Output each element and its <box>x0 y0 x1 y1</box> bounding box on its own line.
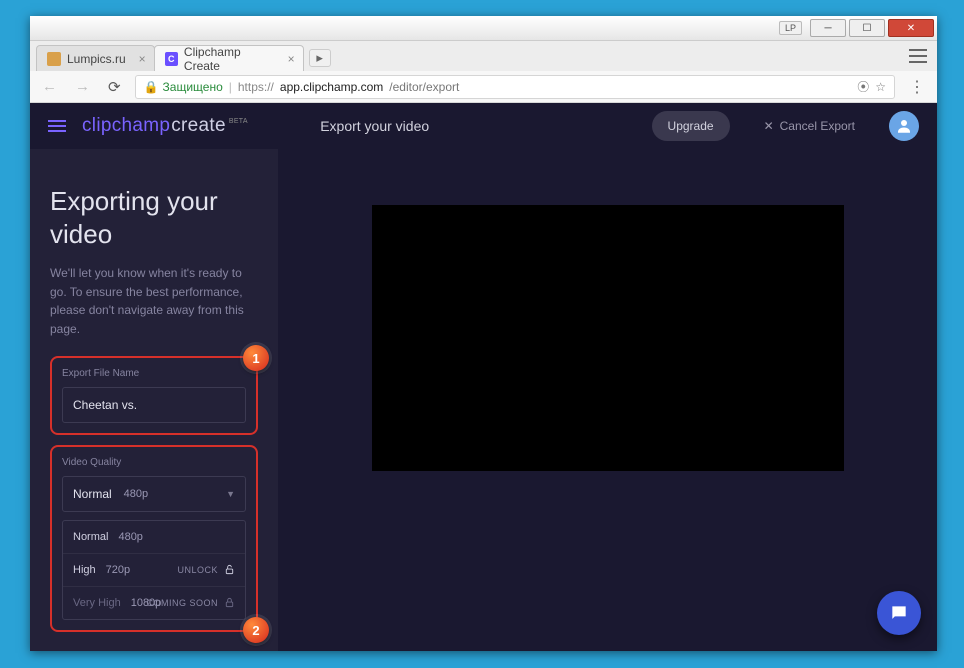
chrome-menu-button[interactable]: ⋮ <box>905 77 929 97</box>
chrome-window-menu-icon[interactable] <box>909 49 927 63</box>
lock-icon <box>224 597 235 610</box>
close-icon[interactable]: × <box>288 52 295 66</box>
url-host: app.clipchamp.com <box>280 80 383 94</box>
maximize-button[interactable]: ☐ <box>849 19 885 37</box>
avatar[interactable] <box>889 111 919 141</box>
quality-select[interactable]: Normal 480p ▼ <box>62 476 246 512</box>
url-proto: https:// <box>238 80 274 94</box>
selected-quality-name: Normal <box>73 487 112 501</box>
option-res: 480p <box>118 531 142 543</box>
secure-badge: 🔒 Защищено <box>144 80 223 94</box>
export-sidebar: Exporting your video We'll let you know … <box>30 149 278 651</box>
quality-option-normal[interactable]: Normal 480p <box>63 521 245 554</box>
bookmark-icon[interactable]: ☆ <box>875 80 886 94</box>
close-icon: ✕ <box>764 119 774 133</box>
quality-label: Video Quality <box>62 457 246 468</box>
tab-strip: Lumpics.ru × C Clipchamp Create × ▸ <box>30 41 937 71</box>
option-name: Normal <box>73 531 108 543</box>
annotation-badge-1: 1 <box>243 345 269 371</box>
app-header: clipchampcreateBETA Export your video Up… <box>30 103 937 149</box>
reload-button[interactable]: ⟳ <box>104 76 125 98</box>
favicon-icon: C <box>165 52 178 66</box>
chat-button[interactable] <box>877 591 921 635</box>
cancel-label: Cancel Export <box>780 119 855 133</box>
translate-icon[interactable]: ⦿ <box>857 78 869 95</box>
option-tag: UNLOCK <box>177 565 218 575</box>
upgrade-button[interactable]: Upgrade <box>652 111 730 141</box>
forward-button[interactable]: → <box>71 76 94 97</box>
annotation-badge-2: 2 <box>243 617 269 643</box>
filename-input[interactable]: Cheetan vs. <box>62 387 246 423</box>
back-button[interactable]: ← <box>38 76 61 97</box>
lock-icon: 🔒 <box>144 80 159 94</box>
favicon-icon <box>47 52 61 66</box>
browser-tab-clipchamp[interactable]: C Clipchamp Create × <box>154 45 304 71</box>
minimize-button[interactable]: ─ <box>810 19 846 37</box>
chevron-down-icon: ▼ <box>226 489 235 499</box>
browser-window: LP ─ ☐ ✕ Lumpics.ru × C Clipchamp Create… <box>30 16 937 651</box>
close-button[interactable]: ✕ <box>888 19 934 37</box>
tab-label: Clipchamp Create <box>184 45 275 73</box>
address-bar: ← → ⟳ 🔒 Защищено | https://app.clipchamp… <box>30 71 937 103</box>
video-preview <box>372 205 844 471</box>
option-name: Very High <box>73 597 121 609</box>
cancel-export-button[interactable]: ✕ Cancel Export <box>764 119 855 133</box>
main-area <box>278 149 937 651</box>
app-content: clipchampcreateBETA Export your video Up… <box>30 103 937 651</box>
selected-quality-res: 480p <box>124 488 148 500</box>
sidebar-description: We'll let you know when it's ready to go… <box>50 264 258 338</box>
export-filename-panel: 1 Export File Name Cheetan vs. <box>50 356 258 435</box>
lock-icon <box>224 564 235 577</box>
option-tag: COMING SOON <box>146 598 218 608</box>
quality-option-veryhigh: Very High 1080p COMING SOON <box>63 587 245 619</box>
option-res: 720p <box>106 564 130 576</box>
hamburger-icon[interactable] <box>48 120 66 132</box>
filename-label: Export File Name <box>62 368 246 379</box>
url-input[interactable]: 🔒 Защищено | https://app.clipchamp.com/e… <box>135 75 895 99</box>
titlebar-label: LP <box>779 21 802 35</box>
quality-option-high[interactable]: High 720p UNLOCK <box>63 554 245 587</box>
beta-badge: BETA <box>229 118 248 125</box>
tab-label: Lumpics.ru <box>67 52 126 66</box>
os-titlebar: LP ─ ☐ ✕ <box>30 16 937 41</box>
page-title: Export your video <box>114 118 636 134</box>
new-tab-button[interactable]: ▸ <box>309 49 331 67</box>
sidebar-heading: Exporting your video <box>50 185 258 250</box>
video-quality-panel: 2 Video Quality Normal 480p ▼ Normal 480… <box>50 445 258 632</box>
close-icon[interactable]: × <box>139 52 146 66</box>
app-body: Exporting your video We'll let you know … <box>30 149 937 651</box>
url-path: /editor/export <box>389 80 459 94</box>
secure-text: Защищено <box>163 80 223 94</box>
browser-tab-lumpics[interactable]: Lumpics.ru × <box>36 45 155 71</box>
quality-options: Normal 480p High 720p UNLOCK <box>62 520 246 620</box>
option-name: High <box>73 564 96 576</box>
